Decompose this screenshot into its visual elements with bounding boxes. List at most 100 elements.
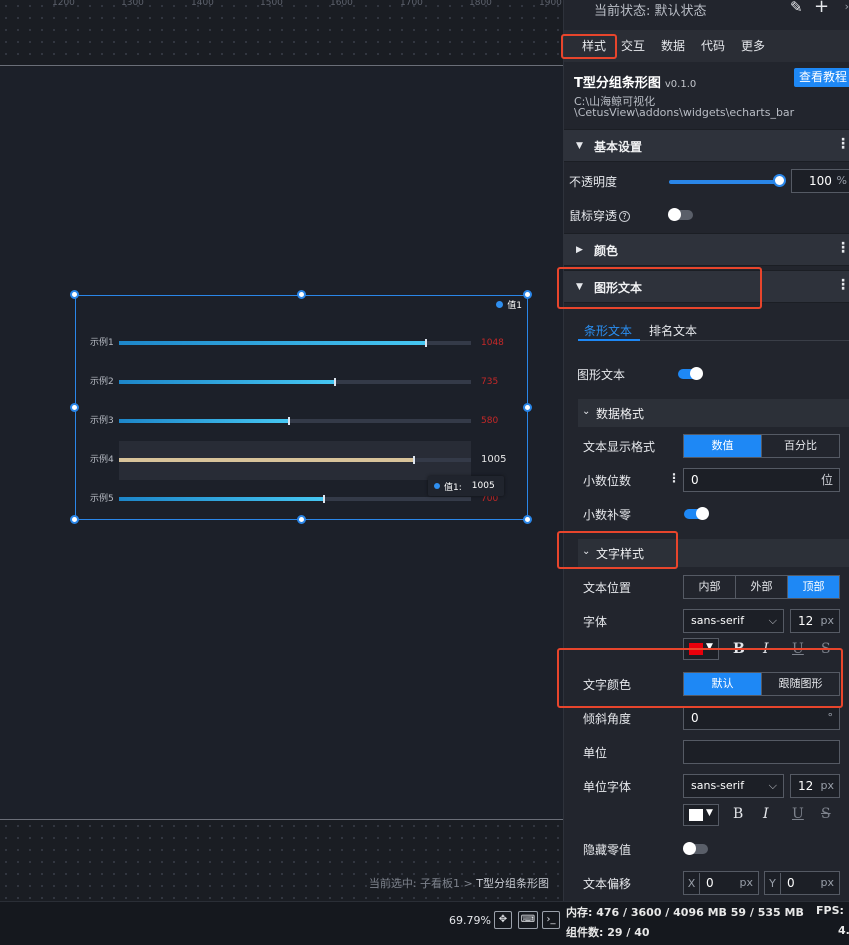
resize-handle-se[interactable] bbox=[523, 515, 532, 524]
resize-handle-s[interactable] bbox=[297, 515, 306, 524]
italic-icon[interactable]: I bbox=[763, 806, 769, 822]
drag-handle-icon[interactable]: ⋮ bbox=[668, 471, 680, 485]
fit-screen-icon[interactable]: ✥ bbox=[494, 911, 512, 929]
hide-zero-toggle[interactable] bbox=[683, 842, 708, 855]
selection-prefix: 当前选中: 子看板1 > bbox=[368, 877, 477, 890]
resize-handle-nw[interactable] bbox=[70, 290, 79, 299]
subsection-data-format[interactable]: ⌄ 数据格式 bbox=[578, 399, 849, 427]
selection-current[interactable]: T型分组条形图 bbox=[476, 877, 549, 890]
section-shape-text[interactable]: ▼ 图形文本 ⋮ bbox=[564, 270, 849, 303]
subtab-bar-text[interactable]: 条形文本 bbox=[584, 322, 632, 339]
pad-zero-label: 小数补零 bbox=[583, 508, 632, 522]
unit-color-picker[interactable]: ▼ bbox=[683, 804, 719, 826]
bar-fill[interactable] bbox=[119, 380, 335, 384]
bar-chart-widget[interactable]: 值1 示例1 1048 示例2 735 示例3 580 示例4 1005 示例5 700 值1: 1… bbox=[70, 290, 532, 524]
bar-row[interactable]: 示例2 735 bbox=[76, 376, 529, 388]
chart-legend[interactable]: 值1 bbox=[496, 298, 522, 311]
current-state[interactable]: 当前状态: 默认状态 bbox=[594, 0, 707, 19]
collapse-icon[interactable]: › bbox=[845, 0, 849, 13]
bold-icon[interactable]: B bbox=[733, 641, 745, 657]
position-option-outside[interactable]: 外部 bbox=[735, 576, 787, 598]
caret-down-icon: ▼ bbox=[706, 642, 713, 652]
unit-input[interactable] bbox=[683, 740, 840, 764]
bar-track bbox=[119, 417, 471, 425]
italic-icon[interactable]: I bbox=[763, 641, 769, 657]
strikethrough-icon[interactable]: S bbox=[821, 806, 831, 822]
more-options-icon[interactable]: ⋮ bbox=[836, 240, 849, 256]
subtab-rank-text[interactable]: 排名文本 bbox=[649, 322, 697, 339]
section-basic-settings[interactable]: ▼ 基本设置 ⋮ bbox=[564, 129, 849, 162]
tab-interaction[interactable]: 交互 bbox=[621, 37, 645, 54]
format-option-percent[interactable]: 百分比 bbox=[761, 435, 839, 457]
chevron-down-icon: ⌄ bbox=[582, 406, 591, 417]
tab-data[interactable]: 数据 bbox=[661, 37, 685, 54]
text-offset-label: 文本偏移 bbox=[583, 877, 632, 891]
zoom-level[interactable]: 69.79% bbox=[449, 914, 491, 927]
text-color-picker[interactable]: ▼ bbox=[683, 638, 719, 660]
view-tutorial-button[interactable]: 查看教程 bbox=[794, 68, 849, 87]
format-option-number[interactable]: 数值 bbox=[684, 435, 761, 457]
more-options-icon[interactable]: ⋮ bbox=[836, 136, 849, 152]
offset-y-input[interactable]: Y 0 px bbox=[764, 871, 840, 895]
color-option-follow-shape[interactable]: 跟随图形 bbox=[761, 673, 839, 695]
bar-fill[interactable] bbox=[119, 458, 414, 462]
section-color[interactable]: ▶ 颜色 ⋮ bbox=[564, 233, 849, 266]
terminal-icon[interactable]: ›_ bbox=[542, 911, 560, 929]
section-title: 基本设置 bbox=[594, 140, 643, 154]
pad-zero-toggle[interactable] bbox=[684, 507, 709, 520]
font-size-input[interactable]: 12 px bbox=[790, 609, 840, 633]
selection-breadcrumb: 当前选中: 子看板1 > T型分组条形图 bbox=[369, 875, 549, 891]
tab-more[interactable]: 更多 bbox=[741, 37, 765, 54]
underline-icon[interactable]: U bbox=[792, 806, 804, 822]
bar-fill[interactable] bbox=[119, 419, 290, 423]
mouse-through-toggle[interactable] bbox=[668, 208, 693, 221]
resize-handle-ne[interactable] bbox=[523, 290, 532, 299]
horizontal-ruler: 1200 1300 1400 1500 1600 1700 1800 1900 bbox=[0, 0, 563, 10]
tab-style[interactable]: 样式 bbox=[582, 37, 606, 54]
decimals-value: 0 bbox=[691, 473, 699, 487]
hide-zero-label: 隐藏零值 bbox=[583, 843, 632, 857]
shape-text-toggle[interactable] bbox=[678, 367, 703, 380]
position-option-inside[interactable]: 内部 bbox=[684, 576, 735, 598]
panel-tabs: 样式 交互 数据 代码 更多 bbox=[564, 30, 849, 62]
bold-icon[interactable]: B bbox=[733, 806, 743, 822]
position-option-top[interactable]: 顶部 bbox=[787, 576, 839, 598]
decimals-input[interactable]: 0位 bbox=[683, 468, 840, 492]
ruler-tick: 1200 bbox=[52, 0, 75, 8]
underline-icon[interactable]: U bbox=[792, 641, 804, 657]
strikethrough-icon[interactable]: S bbox=[821, 641, 831, 657]
tilt-label: 倾斜角度 bbox=[583, 712, 632, 726]
opacity-slider-track[interactable] bbox=[669, 180, 781, 184]
bar-value-label: 735 bbox=[481, 377, 499, 387]
bar-fill[interactable] bbox=[119, 497, 325, 501]
keyboard-icon[interactable]: ⌨ bbox=[518, 911, 538, 929]
opacity-input[interactable]: 100% bbox=[791, 169, 849, 193]
opacity-slider-thumb[interactable] bbox=[773, 174, 786, 187]
status-bar: 69.79% ✥ ⌨ ›_ 内存: 476 / 3600 / 4096 MB 5… bbox=[0, 901, 849, 945]
color-option-default[interactable]: 默认 bbox=[684, 673, 761, 695]
help-icon[interactable]: ? bbox=[619, 211, 631, 222]
resize-handle-w[interactable] bbox=[70, 403, 79, 412]
tooltip-value: 1005 bbox=[471, 481, 495, 491]
tilt-input[interactable]: 0 ° bbox=[683, 706, 840, 730]
offset-x-input[interactable]: X 0 px bbox=[683, 871, 759, 895]
widget-path-line2: \CetusView\addons\widgets\echarts_bar bbox=[574, 106, 795, 119]
unit-font-family-select[interactable]: sans-serif ⌵ bbox=[683, 774, 784, 798]
edit-icon[interactable]: ✎ bbox=[790, 0, 803, 16]
bar-category-label: 示例2 bbox=[90, 377, 114, 387]
subsection-text-style[interactable]: ⌄ 文字样式 bbox=[578, 539, 849, 567]
resize-handle-e[interactable] bbox=[523, 403, 532, 412]
tab-code[interactable]: 代码 bbox=[701, 37, 725, 54]
resize-handle-n[interactable] bbox=[297, 290, 306, 299]
bar-row[interactable]: 示例3 580 bbox=[76, 415, 529, 427]
add-icon[interactable]: + bbox=[814, 0, 829, 17]
bar-row[interactable]: 示例1 1048 bbox=[76, 337, 529, 349]
font-family-select[interactable]: sans-serif ⌵ bbox=[683, 609, 784, 633]
bar-fill[interactable] bbox=[119, 341, 427, 345]
unit-font-size-input[interactable]: 12 px bbox=[790, 774, 840, 798]
text-position-segmented: 内部 外部 顶部 bbox=[683, 575, 840, 599]
bar-row[interactable]: 示例4 1005 bbox=[76, 454, 529, 466]
more-options-icon[interactable]: ⋮ bbox=[836, 277, 849, 293]
resize-handle-sw[interactable] bbox=[70, 515, 79, 524]
caret-down-icon: ▼ bbox=[576, 141, 583, 151]
